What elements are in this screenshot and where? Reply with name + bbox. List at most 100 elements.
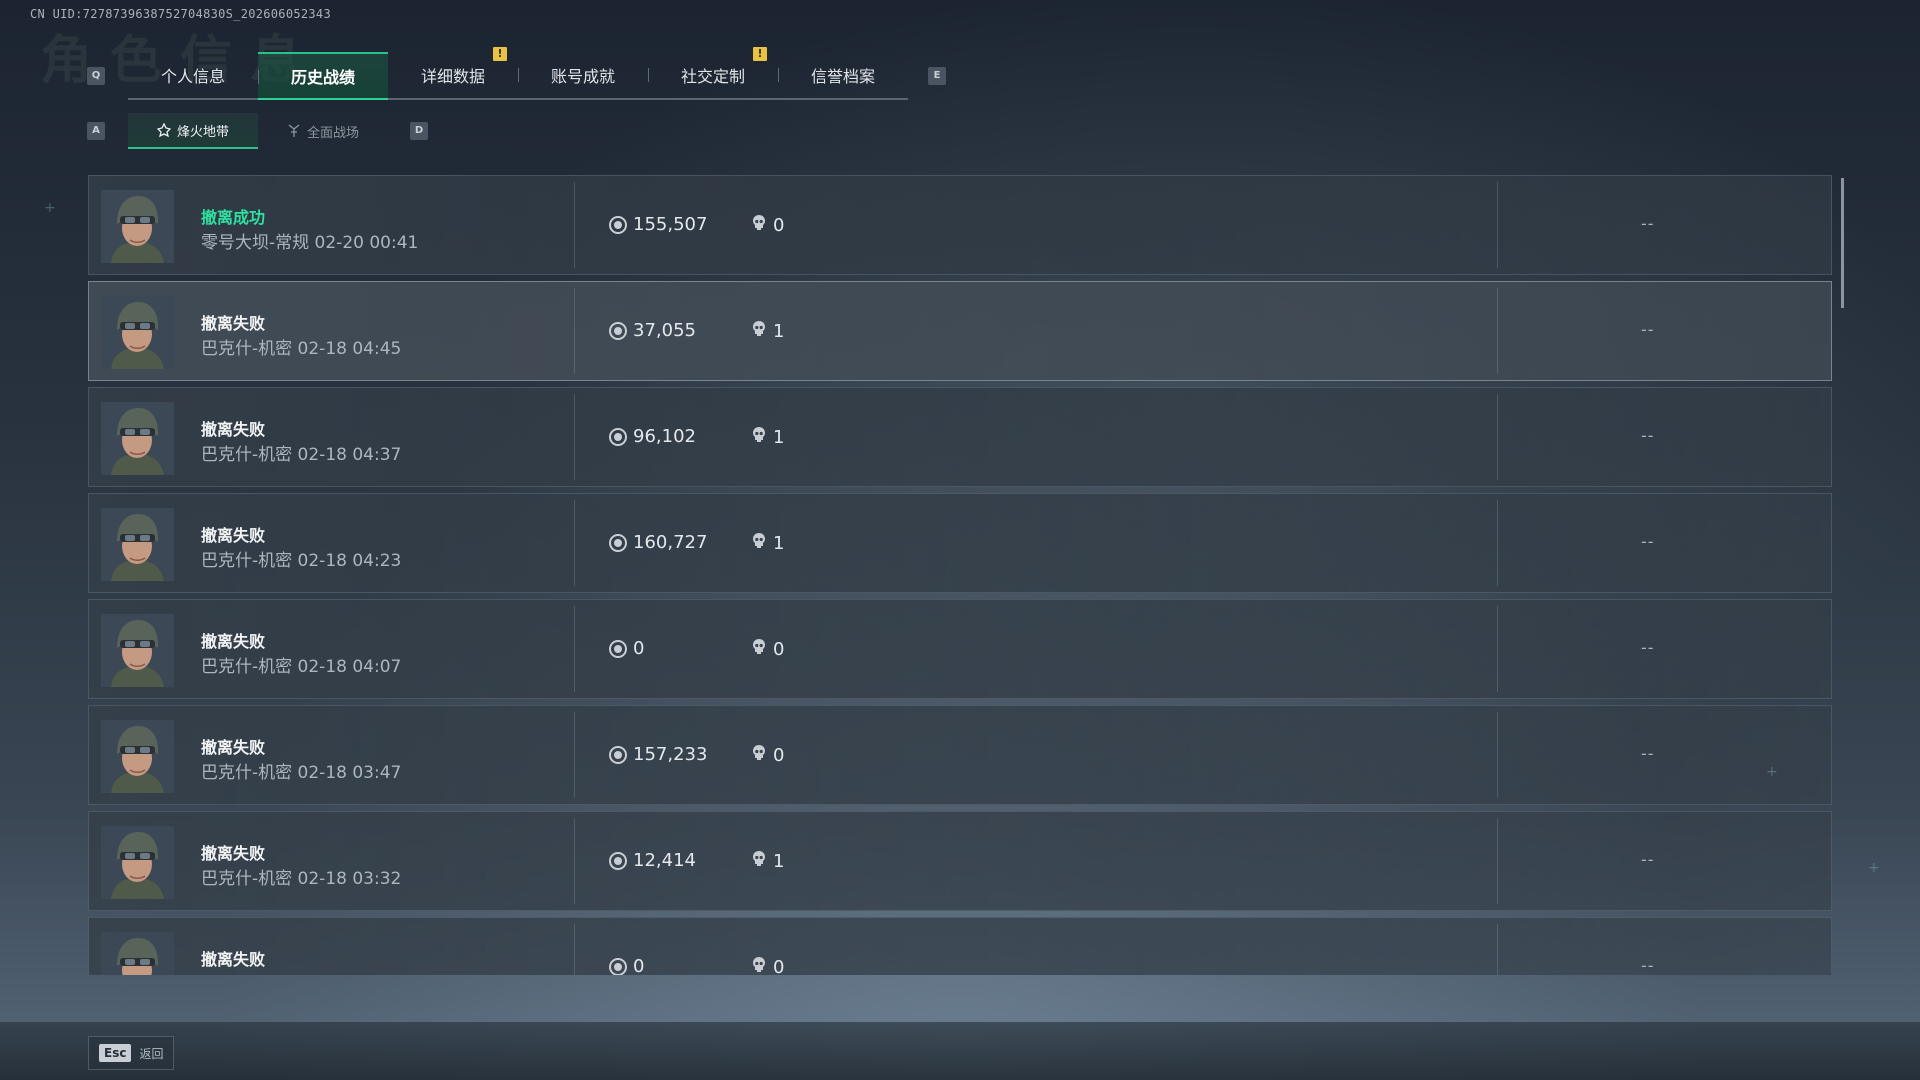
- coin-icon: [609, 745, 627, 764]
- extra-value: --: [1641, 214, 1655, 233]
- loot-value-stat: 160,727: [609, 532, 707, 553]
- loot-value: 160,727: [633, 532, 708, 553]
- tab-label: 历史战绩: [290, 68, 355, 87]
- tab-5[interactable]: 信誉档案: [778, 52, 908, 98]
- map-name: 零号大坝-常规: [201, 233, 310, 253]
- tab-2[interactable]: 详细数据!: [388, 47, 518, 98]
- loot-value: 155,507: [633, 214, 708, 235]
- map-name: 巴克什-机密: [201, 551, 293, 571]
- tab-0[interactable]: 个人信息: [128, 52, 258, 98]
- coin-icon: [609, 639, 627, 658]
- kills-stat: 0: [751, 956, 784, 975]
- operator-avatar: [101, 190, 174, 263]
- loot-value: 37,055: [633, 320, 696, 341]
- list-scrollbar[interactable]: [1841, 178, 1844, 308]
- extraction-status: 撤离失败: [201, 526, 266, 545]
- map-name: 巴克什-机密: [201, 869, 293, 889]
- battlefield-icon: [287, 124, 301, 138]
- match-record-row[interactable]: 撤离失败 巴克什-机密 02-18 03:32 12,414 1 --: [88, 811, 1832, 911]
- tab-label: 信誉档案: [810, 67, 875, 86]
- loot-value: 12,414: [633, 850, 696, 871]
- kill-count: 0: [773, 957, 785, 975]
- operator-avatar: [101, 932, 174, 975]
- kill-count: 1: [773, 321, 785, 342]
- column-divider: [574, 394, 575, 480]
- tab-3[interactable]: 账号成就: [518, 52, 648, 98]
- tab-4[interactable]: 社交定制!: [648, 47, 778, 98]
- match-meta: 零号大坝-常规 02-20 00:41: [201, 228, 418, 253]
- match-meta: 巴克什-机密 02-18 04:23: [201, 546, 401, 571]
- match-record-row[interactable]: 撤离失败 巴克什-机密 02-18 03:47 157,233 0 --: [88, 705, 1832, 805]
- coin-icon: [609, 427, 627, 446]
- loot-value-stat: 37,055: [609, 320, 696, 341]
- skull-icon: [751, 426, 767, 449]
- loot-value-stat: 0: [609, 638, 644, 659]
- kills-stat: 1: [751, 532, 784, 555]
- next-subtab-key-hint[interactable]: D: [410, 122, 428, 140]
- skull-icon: [751, 320, 767, 343]
- tab-1[interactable]: 历史战绩: [258, 52, 388, 100]
- subtab-label: 烽火地带: [176, 124, 229, 140]
- match-record-row[interactable]: 撤离失败 巴克什-机密 02-18 04:37 96,102 1 --: [88, 387, 1832, 487]
- match-time: 02-18 04:07: [297, 657, 402, 677]
- match-record-row[interactable]: 撤离失败 巴克什-机密 02-18 04:45 37,055 1 --: [88, 281, 1832, 381]
- kill-count: 0: [773, 639, 785, 660]
- loot-value-stat: 157,233: [609, 744, 707, 765]
- loot-value: 0: [633, 638, 645, 659]
- match-meta: 巴克什-机密 02-18 03:32: [201, 864, 401, 889]
- skull-icon: [751, 214, 767, 237]
- match-history-list[interactable]: 撤离成功 零号大坝-常规 02-20 00:41 155,507 0 -- 撤离失败 巴克什…: [88, 175, 1832, 975]
- prev-subtab-key-hint[interactable]: A: [87, 122, 105, 140]
- column-divider: [1497, 924, 1498, 975]
- kill-count: 1: [773, 851, 785, 872]
- kill-count: 1: [773, 533, 785, 554]
- kills-stat: 0: [751, 744, 784, 767]
- fire-zone-icon: [156, 122, 172, 138]
- skull-icon: [751, 744, 767, 767]
- extraction-status: 撤离成功: [201, 208, 266, 227]
- tab-label: 详细数据: [420, 67, 485, 86]
- decor-crosshair: +: [44, 200, 56, 216]
- map-name: 巴克什-机密: [201, 763, 293, 783]
- map-name: 巴克什-机密: [201, 339, 293, 359]
- match-record-row[interactable]: 撤离失败巴克什-机密 02-18 03:21 0 0 --: [88, 917, 1832, 975]
- coin-icon: [609, 851, 627, 870]
- extraction-status: 撤离失败: [201, 314, 266, 333]
- subtab-0[interactable]: 烽火地带: [128, 113, 258, 149]
- loot-value-stat: 96,102: [609, 426, 696, 447]
- column-divider: [574, 288, 575, 374]
- match-record-row[interactable]: 撤离失败 巴克什-机密 02-18 04:07 0 0 --: [88, 599, 1832, 699]
- prev-tab-key-hint[interactable]: Q: [87, 67, 105, 85]
- column-divider: [1497, 606, 1498, 692]
- column-divider: [1497, 394, 1498, 480]
- extra-value: --: [1641, 638, 1655, 657]
- column-divider: [1497, 182, 1498, 268]
- column-divider: [1497, 712, 1498, 798]
- match-time: 02-18 03:32: [297, 869, 402, 889]
- match-meta: 巴克什-机密 02-18 03:21: [201, 970, 401, 975]
- column-divider: [1497, 500, 1498, 586]
- extra-value: --: [1641, 850, 1655, 869]
- next-tab-key-hint[interactable]: E: [928, 67, 946, 85]
- back-button[interactable]: Esc 返回: [88, 1036, 175, 1070]
- map-name: 巴克什-机密: [201, 445, 293, 465]
- match-record-row[interactable]: 撤离失败 巴克什-机密 02-18 04:23 160,727 1 --: [88, 493, 1832, 593]
- operator-avatar: [101, 720, 174, 793]
- extra-value: --: [1641, 956, 1655, 975]
- coin-icon: [609, 215, 627, 234]
- kills-stat: 0: [751, 638, 784, 661]
- notice-badge-icon: !: [753, 47, 767, 61]
- column-divider: [574, 818, 575, 904]
- subtab-1[interactable]: 全面战场: [258, 113, 388, 149]
- match-time: 02-18 04:45: [297, 339, 402, 359]
- loot-value: 157,233: [633, 744, 708, 765]
- extra-value: --: [1641, 744, 1655, 763]
- match-meta: 巴克什-机密 02-18 04:37: [201, 440, 401, 465]
- loot-value-stat: 155,507: [609, 214, 707, 235]
- loot-value-stat: 0: [609, 956, 644, 975]
- match-record-row[interactable]: 撤离成功 零号大坝-常规 02-20 00:41 155,507 0 --: [88, 175, 1832, 275]
- skull-icon: [751, 638, 767, 661]
- kill-count: 0: [773, 745, 785, 766]
- match-time: 02-20 00:41: [314, 233, 419, 253]
- match-time: 02-18 03:47: [297, 763, 402, 783]
